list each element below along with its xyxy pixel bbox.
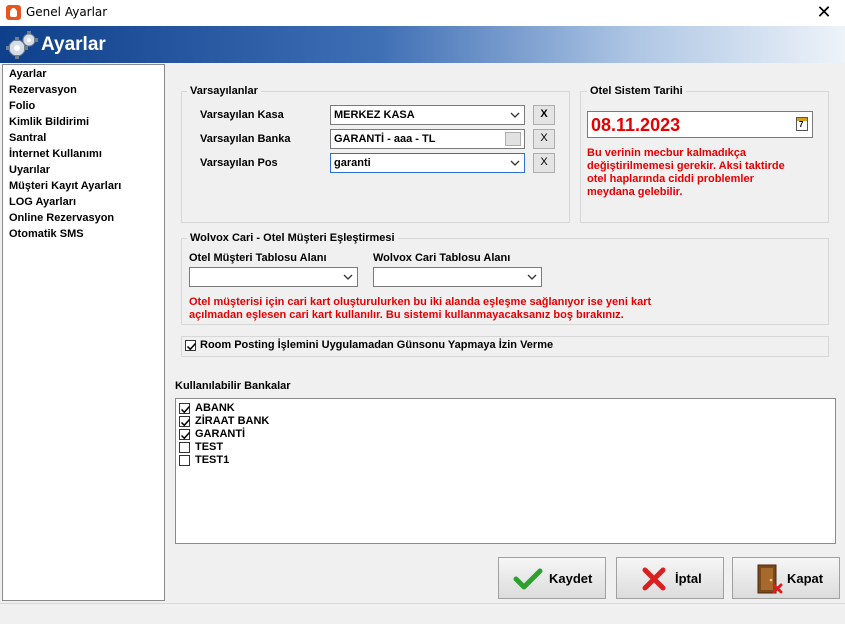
bank-name: ZİRAAT BANK — [195, 415, 270, 427]
mapping-warning-2: açılmadan eşlesen cari kart kullanılır. … — [189, 309, 624, 321]
banks-list: ABANK ZİRAAT BANK GARANTİ TEST TEST1 — [175, 398, 836, 544]
checkmark-icon — [513, 568, 543, 590]
hotel-customer-field-select[interactable] — [189, 267, 358, 287]
close-button-label: Kapat — [787, 571, 824, 586]
defaults-group-title: Varsayılanlar — [187, 85, 261, 97]
cancel-button-label: İptal — [675, 571, 702, 586]
default-banka-value: GARANTİ - aaa - TL — [334, 133, 436, 145]
system-date-group-title: Otel Sistem Tarihi — [587, 85, 686, 97]
mapping-group-title: Wolvox Cari - Otel Müşteri Eşleştirmesi — [187, 232, 398, 244]
bank-checkbox[interactable] — [179, 442, 190, 453]
sidebar-item-musteri-kayit-ayarlari[interactable]: Müşteri Kayıt Ayarları — [9, 180, 121, 192]
sidebar-item-otomatik-sms[interactable]: Otomatik SMS — [9, 228, 84, 240]
bank-name: TEST1 — [195, 454, 230, 466]
chevron-down-icon — [510, 160, 520, 166]
checkmark-icon — [180, 431, 191, 440]
default-pos-select[interactable]: garanti — [330, 153, 525, 173]
system-date-input[interactable]: 08.11.2023 7 — [587, 111, 813, 138]
system-date-warning-1: Bu verinin mecbur kalmadıkça — [587, 147, 746, 159]
chevron-down-icon — [343, 274, 353, 280]
sidebar-item-rezervasyon[interactable]: Rezervasyon — [9, 84, 77, 96]
system-date-warning-3: otel haplarında ciddi problemler — [587, 173, 754, 185]
sidebar: Ayarlar Rezervasyon Folio Kimlik Bildiri… — [2, 64, 165, 601]
room-posting-label[interactable]: Room Posting İşlemini Uygulamadan Günson… — [200, 339, 553, 351]
window-close-button[interactable]: ✕ — [803, 0, 845, 26]
system-date-warning-4: meydana gelebilir. — [587, 186, 683, 198]
sidebar-item-online-rezervasyon[interactable]: Online Rezervasyon — [9, 212, 114, 224]
checkmark-icon — [180, 405, 191, 414]
close-button[interactable]: Kapat — [732, 557, 840, 599]
sidebar-item-folio[interactable]: Folio — [9, 100, 35, 112]
wolvox-cari-field-label: Wolvox Cari Tablosu Alanı — [373, 252, 511, 264]
wolvox-cari-field-select[interactable] — [373, 267, 542, 287]
window-titlebar — [0, 0, 845, 26]
default-pos-label: Varsayılan Pos — [200, 157, 278, 169]
door-exit-icon — [757, 564, 783, 594]
sidebar-item-internet-kullanimi[interactable]: İnternet Kullanımı — [9, 148, 102, 160]
default-banka-select[interactable]: GARANTİ - aaa - TL — [330, 129, 525, 149]
calendar-icon[interactable]: 7 — [796, 117, 808, 131]
bank-name: ABANK — [195, 402, 235, 414]
system-date-value: 08.11.2023 — [591, 115, 681, 135]
system-date-warning-2: değiştirilmemesi gerekir. Aksi taktirde — [587, 160, 785, 172]
clear-kasa-button[interactable]: X — [533, 105, 555, 125]
status-bar — [0, 603, 845, 624]
sidebar-item-santral[interactable]: Santral — [9, 132, 46, 144]
save-button-label: Kaydet — [549, 571, 593, 586]
save-button[interactable]: Kaydet — [498, 557, 606, 599]
checkmark-icon — [186, 342, 197, 351]
default-kasa-select[interactable]: MERKEZ KASA — [330, 105, 525, 125]
cancel-x-icon — [642, 567, 666, 591]
banks-title: Kullanılabilir Bankalar — [175, 380, 291, 392]
clear-banka-button[interactable]: X — [533, 129, 555, 149]
bank-checkbox[interactable] — [179, 403, 191, 414]
sidebar-item-log-ayarlari[interactable]: LOG Ayarları — [9, 196, 76, 208]
bank-name: TEST — [195, 441, 224, 453]
default-pos-value: garanti — [334, 157, 371, 169]
window-title: Genel Ayarlar — [26, 5, 108, 19]
room-posting-checkbox[interactable] — [185, 340, 197, 351]
mapping-warning-1: Otel müşterisi için cari kart oluşturulu… — [189, 296, 652, 308]
default-kasa-label: Varsayılan Kasa — [200, 109, 284, 121]
sidebar-item-ayarlar[interactable]: Ayarlar — [9, 68, 47, 80]
checkmark-icon — [180, 418, 191, 427]
bank-checkbox[interactable] — [179, 455, 190, 466]
sidebar-item-kimlik-bildirimi[interactable]: Kimlik Bildirimi — [9, 116, 89, 128]
chevron-down-icon — [527, 274, 537, 280]
header-banner — [0, 26, 845, 63]
bank-checkbox[interactable] — [179, 429, 191, 440]
bank-name: GARANTİ — [195, 428, 246, 440]
default-kasa-value: MERKEZ KASA — [334, 109, 415, 121]
gears-icon — [6, 31, 38, 59]
app-logo-icon — [6, 5, 21, 20]
chevron-down-icon — [510, 112, 520, 118]
bank-checkbox[interactable] — [179, 416, 191, 427]
clear-pos-button[interactable]: X — [533, 153, 555, 173]
default-banka-label: Varsayılan Banka — [200, 133, 291, 145]
sidebar-item-uyarilar[interactable]: Uyarılar — [9, 164, 50, 176]
close-icon: ✕ — [816, 2, 832, 22]
cancel-button[interactable]: İptal — [616, 557, 724, 599]
ellipsis-button-icon[interactable] — [505, 132, 521, 146]
header-title: Ayarlar — [41, 34, 106, 55]
hotel-customer-field-label: Otel Müşteri Tablosu Alanı — [189, 252, 327, 264]
